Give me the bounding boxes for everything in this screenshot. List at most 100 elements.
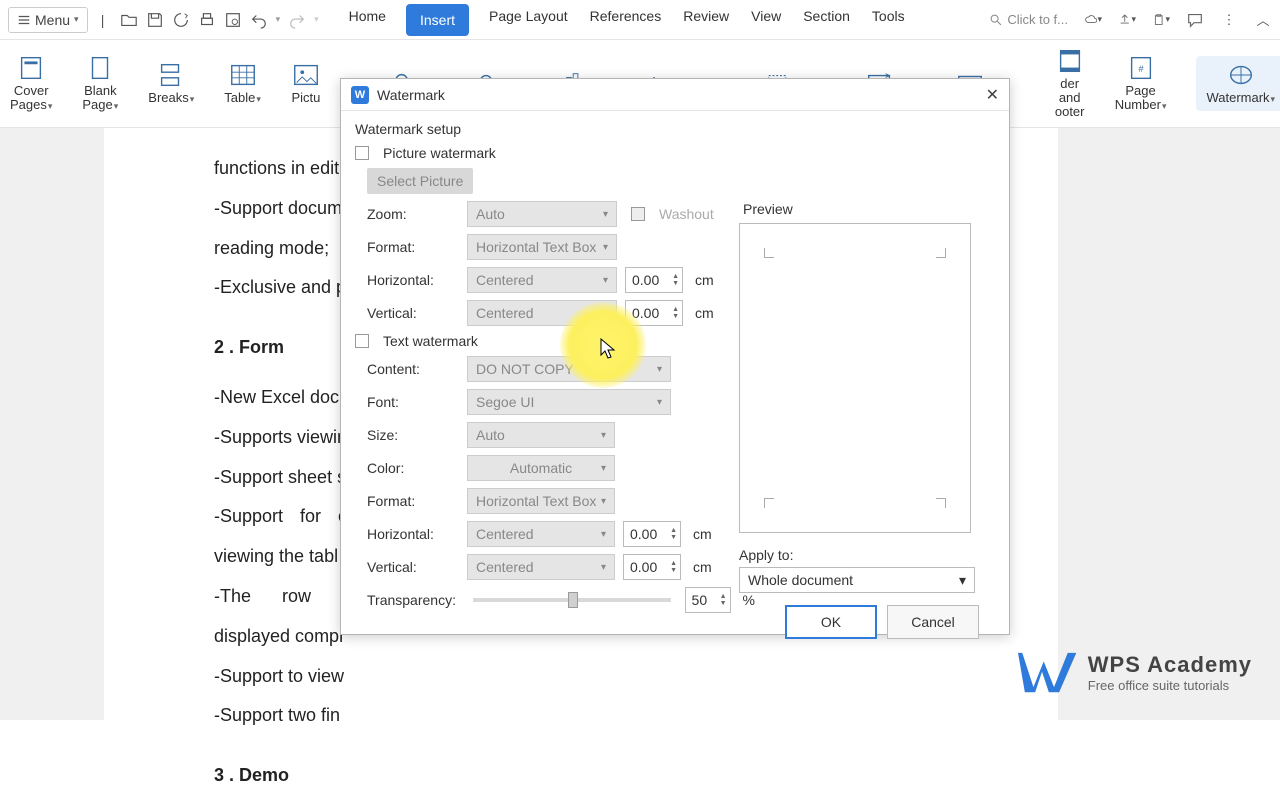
cm-unit: cm bbox=[695, 305, 714, 321]
color-select: Automatic▾ bbox=[467, 455, 615, 481]
search-box[interactable]: Click to f... bbox=[989, 12, 1068, 27]
format-label: Format: bbox=[367, 239, 459, 255]
ok-button[interactable]: OK bbox=[785, 605, 877, 639]
clipboard-icon[interactable]: ▾ bbox=[1152, 11, 1170, 29]
washout-label: Washout bbox=[659, 206, 714, 222]
dialog-buttons: OK Cancel bbox=[739, 605, 979, 639]
dialog-titlebar[interactable]: W Watermark ✕ bbox=[341, 79, 1009, 111]
watermark-dialog: W Watermark ✕ Watermark setup Picture wa… bbox=[340, 78, 1010, 635]
blank-page-icon bbox=[85, 55, 115, 81]
ribbon-breaks[interactable]: Breaks bbox=[148, 62, 194, 105]
watermark-label: Watermark bbox=[1206, 91, 1275, 105]
doc-line: -Support two fin bbox=[214, 697, 948, 735]
vertical-label: Vertical: bbox=[367, 305, 459, 321]
tab-page-layout[interactable]: Page Layout bbox=[487, 4, 570, 36]
size-label: Size: bbox=[367, 427, 459, 443]
undo-icon[interactable] bbox=[250, 11, 268, 29]
crop-mark-icon bbox=[936, 498, 946, 508]
ribbon-picture[interactable]: Pictu bbox=[291, 62, 321, 105]
svg-text:#: # bbox=[1138, 63, 1144, 73]
ribbon-page-number[interactable]: # Page Number bbox=[1115, 55, 1167, 113]
dialog-right-column: Preview Apply to: Whole document▾ OK Can… bbox=[739, 201, 979, 639]
cancel-button[interactable]: Cancel bbox=[887, 605, 979, 639]
color-label: Color: bbox=[367, 460, 459, 476]
ribbon-table[interactable]: Table bbox=[224, 62, 261, 105]
page-number-label: Page Number bbox=[1115, 84, 1167, 113]
preview-icon[interactable] bbox=[224, 11, 242, 29]
redo-dropdown-icon[interactable]: ▾ bbox=[314, 14, 319, 25]
checkbox-icon bbox=[355, 334, 369, 348]
cm-unit: cm bbox=[693, 526, 712, 542]
picture-watermark-checkbox[interactable]: Picture watermark bbox=[355, 145, 755, 161]
ribbon-blank-page[interactable]: Blank Page bbox=[82, 55, 118, 113]
sync-icon[interactable] bbox=[172, 11, 190, 29]
menu-label: Menu bbox=[35, 12, 70, 28]
ribbon-tabs: Home Insert Page Layout References Revie… bbox=[347, 4, 907, 36]
share-icon[interactable]: ▾ bbox=[1118, 11, 1136, 29]
content-select: DO NOT COPY▾ bbox=[467, 356, 671, 382]
collapse-ribbon-icon[interactable]: ︿ bbox=[1254, 11, 1272, 29]
breaks-icon bbox=[156, 62, 186, 88]
search-placeholder: Click to f... bbox=[1007, 12, 1068, 27]
table-label: Table bbox=[224, 91, 261, 105]
horizontal2-offset-input: 0.00▲▼ bbox=[623, 521, 681, 547]
format2-label: Format: bbox=[367, 493, 459, 509]
washout-checkbox bbox=[631, 207, 645, 221]
save-icon[interactable] bbox=[146, 11, 164, 29]
apply-to-label: Apply to: bbox=[739, 547, 979, 563]
horizontal-offset-input: 0.00▲▼ bbox=[625, 267, 683, 293]
crop-mark-icon bbox=[764, 498, 774, 508]
logo-title: WPS Academy bbox=[1088, 652, 1252, 678]
preview-box bbox=[739, 223, 971, 533]
transparency-slider[interactable] bbox=[473, 598, 671, 602]
undo-dropdown-icon[interactable]: ▾ bbox=[276, 14, 281, 25]
crop-mark-icon bbox=[936, 248, 946, 258]
open-icon[interactable] bbox=[120, 11, 138, 29]
vertical2-select: Centered▾ bbox=[467, 554, 615, 580]
transparency-input[interactable]: 50▲▼ bbox=[685, 587, 731, 613]
horizontal2-label: Horizontal: bbox=[367, 526, 459, 542]
print-icon[interactable] bbox=[198, 11, 216, 29]
tab-insert[interactable]: Insert bbox=[406, 4, 469, 36]
ribbon-watermark[interactable]: Watermark bbox=[1196, 56, 1280, 111]
tab-view[interactable]: View bbox=[749, 4, 783, 36]
tab-review[interactable]: Review bbox=[681, 4, 731, 36]
tab-tools[interactable]: Tools bbox=[870, 4, 907, 36]
tab-references[interactable]: References bbox=[588, 4, 664, 36]
section-title: Watermark setup bbox=[355, 121, 995, 137]
preview-label: Preview bbox=[739, 201, 979, 217]
search-icon bbox=[989, 13, 1003, 27]
text-watermark-checkbox[interactable]: Text watermark bbox=[355, 333, 755, 349]
close-button[interactable]: ✕ bbox=[986, 85, 999, 105]
format-select: Horizontal Text Box▾ bbox=[467, 234, 617, 260]
apply-to-select[interactable]: Whole document▾ bbox=[739, 567, 975, 593]
cover-pages-icon bbox=[16, 55, 46, 81]
hamburger-icon bbox=[17, 13, 31, 27]
apply-to-row: Apply to: Whole document▾ bbox=[739, 547, 979, 593]
select-picture-button: Select Picture bbox=[367, 168, 473, 194]
zoom-select: Auto▾ bbox=[467, 201, 617, 227]
tab-home[interactable]: Home bbox=[347, 4, 388, 36]
menu-button[interactable]: Menu ▾ bbox=[8, 7, 88, 33]
transparency-label: Transparency: bbox=[367, 592, 459, 608]
ribbon-cover-pages[interactable]: Cover Pages bbox=[10, 55, 52, 113]
page-number-icon: # bbox=[1126, 55, 1156, 81]
breaks-label: Breaks bbox=[148, 91, 194, 105]
dialog-title: Watermark bbox=[377, 87, 445, 103]
content-label: Content: bbox=[367, 361, 459, 377]
header-footer-label: der and ooter bbox=[1055, 77, 1085, 120]
ribbon-header-footer[interactable]: der and ooter bbox=[1055, 48, 1085, 120]
tab-section[interactable]: Section bbox=[801, 4, 852, 36]
slider-thumb[interactable] bbox=[568, 592, 578, 608]
more-icon[interactable]: ⋮ bbox=[1220, 11, 1238, 29]
app-icon: W bbox=[351, 86, 369, 104]
font-select: Segoe UI▾ bbox=[467, 389, 671, 415]
horizontal-select: Centered▾ bbox=[467, 267, 617, 293]
cloud-icon[interactable]: ▾ bbox=[1084, 11, 1102, 29]
cm-unit: cm bbox=[695, 272, 714, 288]
comment-icon[interactable] bbox=[1186, 11, 1204, 29]
blank-page-label: Blank Page bbox=[82, 84, 118, 113]
vertical2-offset-input: 0.00▲▼ bbox=[623, 554, 681, 580]
redo-icon[interactable] bbox=[288, 11, 306, 29]
text-watermark-label: Text watermark bbox=[383, 333, 478, 349]
